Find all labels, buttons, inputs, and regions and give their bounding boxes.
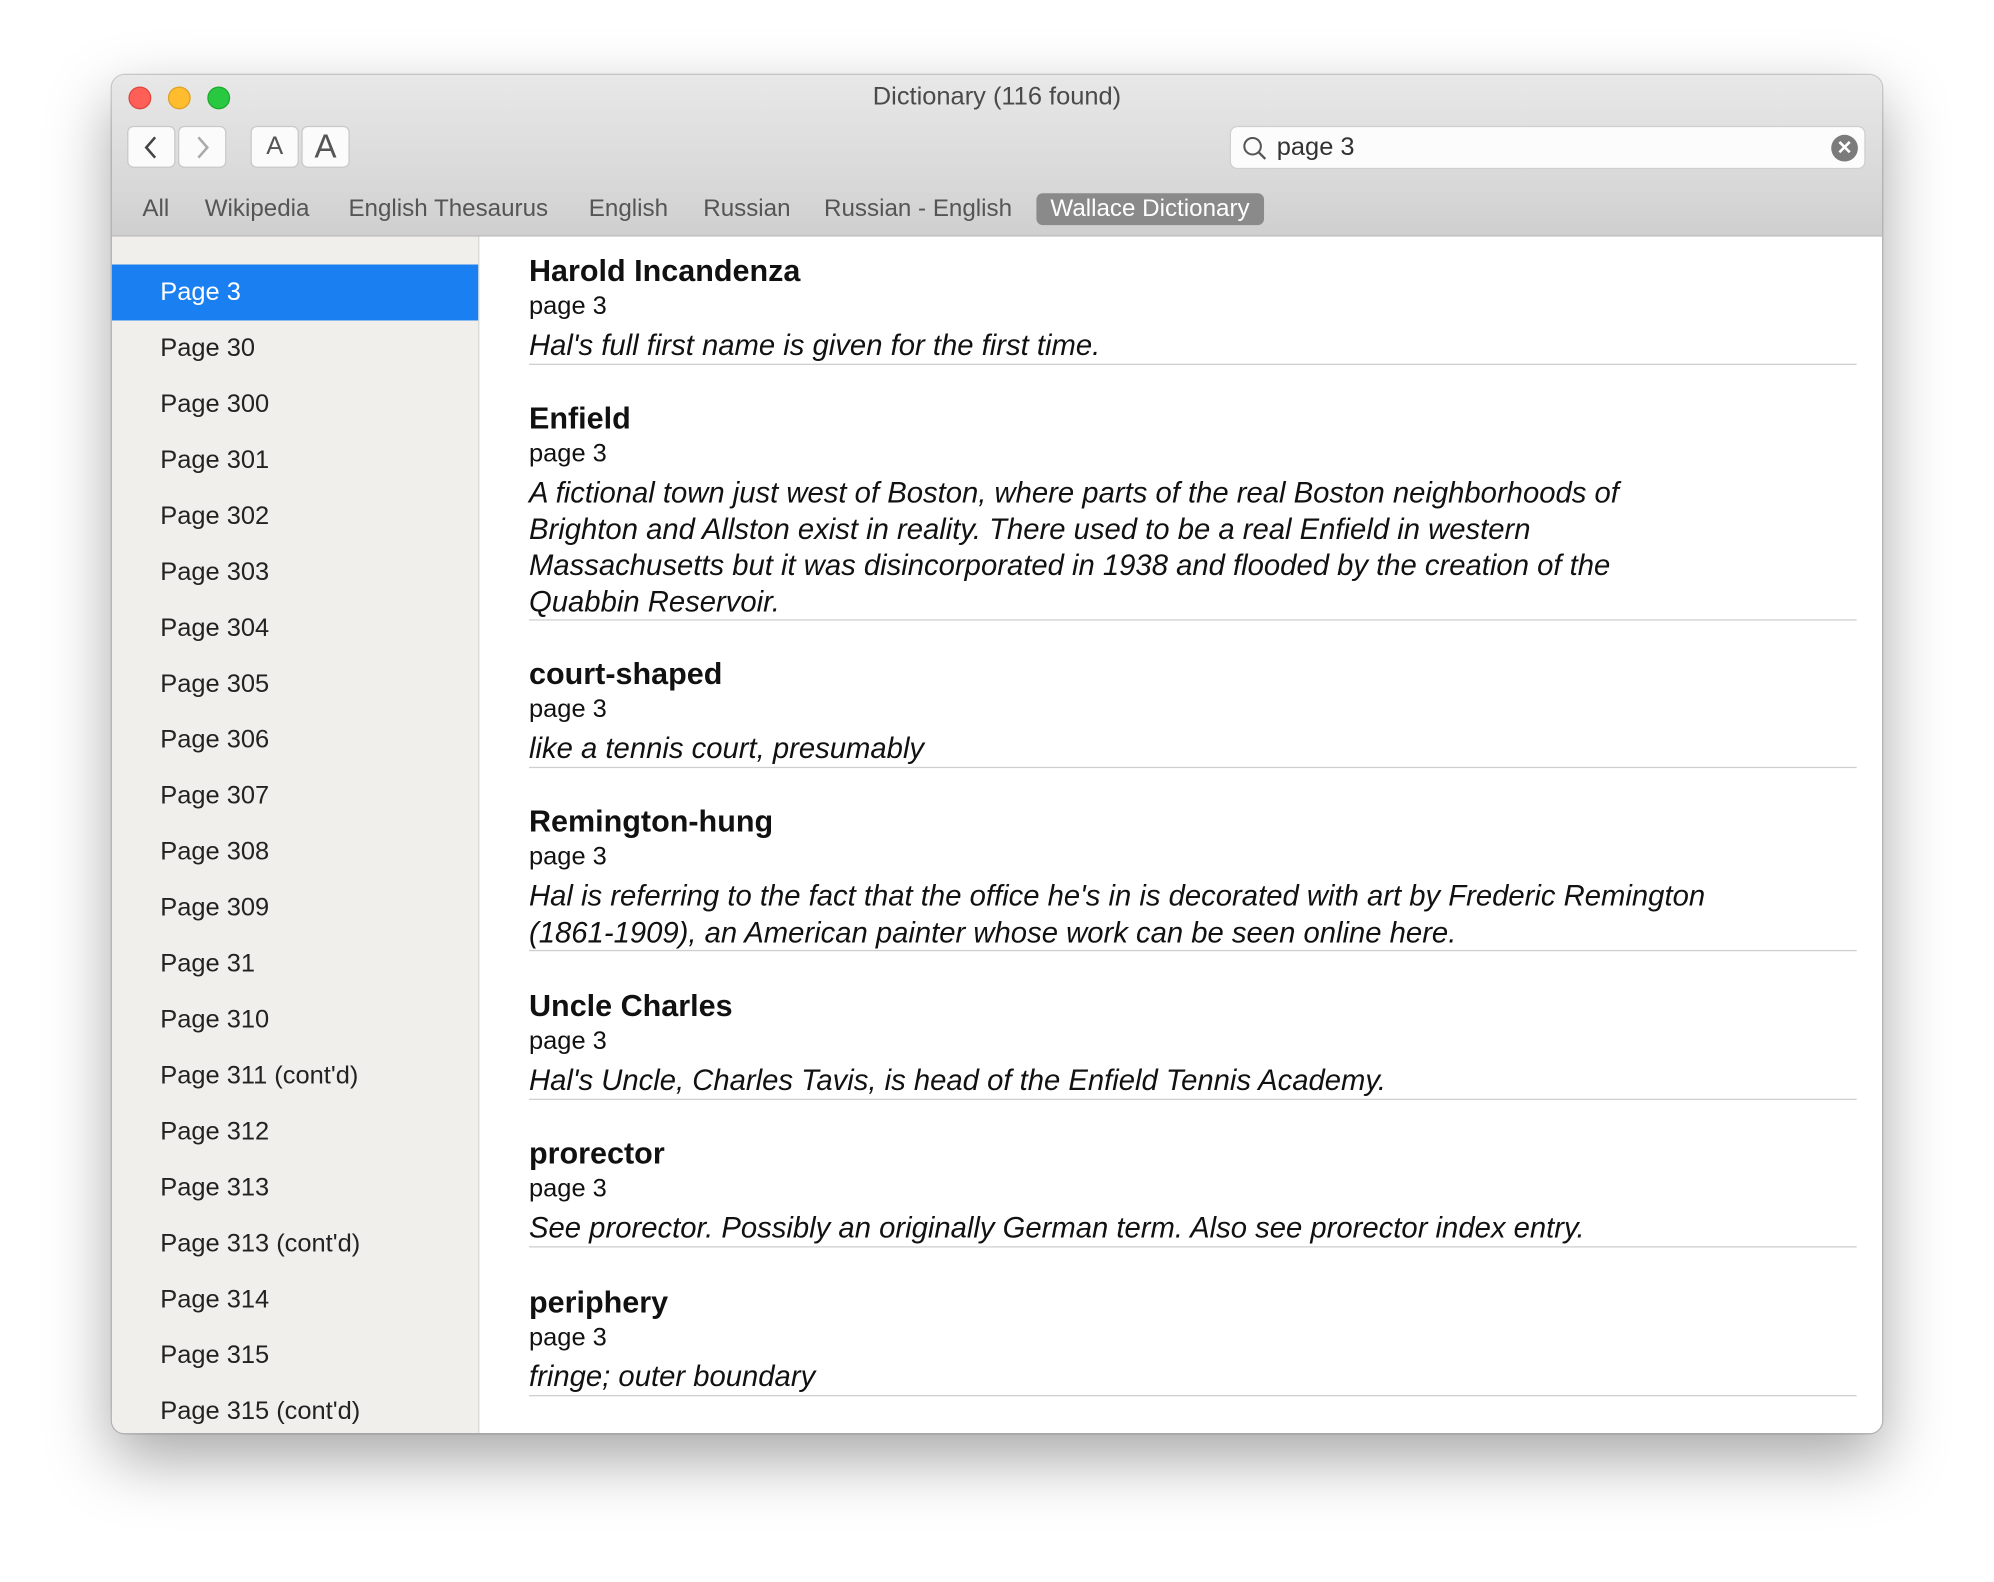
entry-page: page 3 [529, 1027, 607, 1056]
entry-definition: fringe; outer boundary [529, 1358, 1857, 1394]
sidebar-item[interactable]: Page 30 [112, 320, 478, 376]
entry-definition: A fictional town just west of Boston, wh… [529, 474, 1857, 619]
sidebar-item[interactable]: Page 306 [112, 712, 478, 768]
font-larger-button[interactable]: A [301, 125, 350, 168]
sidebar-item[interactable]: Page 303 [112, 544, 478, 600]
definition-line: See prorector. Possibly an originally Ge… [529, 1210, 1585, 1244]
dictionary-tabs: All Wikipedia English Thesaurus English Russ… [111, 185, 1883, 237]
dictionary-entry: Uncle Charles page 3 Hal's Uncle, Charles … [529, 989, 1857, 1100]
sidebar-item[interactable]: Page 308 [112, 824, 478, 880]
sidebar-item[interactable]: Page 313 [112, 1160, 478, 1216]
dictionary-entry: Enfield page 3 A fictional town just west … [529, 402, 1857, 621]
dictionary-entry: periphery page 3 fringe; outer boundary [529, 1286, 1857, 1396]
entry-headword: Remington-hung [529, 804, 774, 840]
entry-headword: court-shaped [529, 657, 723, 692]
sidebar-item[interactable]: Page 315 (cont'd) [112, 1384, 478, 1434]
entry-page: page 3 [529, 695, 607, 724]
sidebar-item[interactable]: Page 314 [112, 1272, 478, 1328]
search-field[interactable]: ✕ [1229, 125, 1866, 170]
definition-line: fringe; outer boundary [529, 1359, 816, 1393]
definition-line: Hal's full first name is given for the f… [529, 328, 1101, 362]
sidebar-item[interactable]: Page 301 [112, 432, 478, 488]
entry-definition: See prorector. Possibly an originally Ge… [529, 1209, 1857, 1245]
sidebar-item[interactable]: Page 315 [112, 1328, 478, 1384]
sidebar-item[interactable]: Page 311 (cont'd) [112, 1048, 478, 1104]
sidebar-item[interactable]: Page 309 [112, 880, 478, 936]
entry-definition: Hal's full first name is given for the f… [529, 327, 1857, 363]
sidebar-item[interactable]: Page 304 [112, 600, 478, 656]
definition-line: Quabbin Reservoir. [529, 584, 780, 618]
sidebar-item[interactable]: Page 310 [112, 992, 478, 1048]
entry-headword: prorector [529, 1136, 665, 1172]
results-sidebar: Page 3 Page 30 Page 300 Page 301 Page 302 Pag… [111, 236, 480, 1434]
entry-definition: Hal is referring to the fact that the of… [529, 877, 1857, 949]
dictionary-entry: Remington-hung page 3 Hal is referring to … [529, 804, 1857, 952]
tab-wallace-dictionary[interactable]: Wallace Dictionary [1036, 193, 1264, 226]
definition-line: (1861-1909), an American painter whose w… [529, 914, 1457, 949]
definition-line: A fictional town just west of Boston, wh… [529, 475, 1619, 509]
entry-page: page 3 [529, 843, 607, 872]
dictionary-entry: court-shaped page 3 like a tennis court, p… [529, 657, 1857, 768]
dictionary-entry: prorector page 3 See prorector. Possibly a… [529, 1137, 1857, 1247]
definition-line: Brighton and Allston exist in reality. T… [529, 511, 1531, 545]
tab-english-thesaurus[interactable]: English Thesaurus [334, 193, 562, 225]
sidebar-item[interactable]: Page 307 [112, 768, 478, 824]
entry-page: page 3 [529, 1175, 607, 1204]
entry-headword: Enfield [529, 401, 631, 437]
back-button[interactable] [127, 125, 176, 168]
entry-definition: Hal's Uncle, Charles Tavis, is head of t… [529, 1062, 1857, 1098]
tab-all[interactable]: All [128, 193, 183, 225]
definition-line: Hal's Uncle, Charles Tavis, is head of t… [529, 1063, 1386, 1097]
entry-page: page 3 [529, 440, 607, 468]
entry-definition: like a tennis court, presumably [529, 730, 1857, 766]
tab-wikipedia[interactable]: Wikipedia [191, 193, 324, 225]
entry-headword: Harold Incandenza [529, 254, 801, 289]
titlebar: Dictionary (116 found) A A ✕ [111, 75, 1883, 187]
dictionary-window: Dictionary (116 found) A A ✕ AllWikipedi… [111, 75, 1883, 1434]
entry-content: Harold Incandenza page 3 Hal's full first … [479, 236, 1883, 1434]
sidebar-item[interactable]: Page 312 [112, 1104, 478, 1160]
sidebar-item[interactable]: Page 305 [112, 656, 478, 712]
search-input[interactable] [1276, 132, 1811, 163]
chevron-right-icon [197, 135, 209, 158]
sidebar-item[interactable]: Page 300 [112, 376, 478, 432]
definition-line: like a tennis court, presumably [529, 731, 925, 765]
font-smaller-button[interactable]: A [250, 125, 299, 168]
entry-headword: Uncle Charles [529, 989, 733, 1024]
screen: Dictionary (116 found) A A ✕ AllWikipedi… [0, 0, 1994, 1582]
definition-line: Massachusetts but it was disincorporated… [529, 548, 1611, 582]
tab-russian[interactable]: Russian [689, 193, 804, 225]
chevron-left-icon [144, 135, 157, 158]
entry-headword: periphery [529, 1285, 669, 1321]
entry-page: page 3 [529, 292, 607, 321]
sidebar-item[interactable]: Page 302 [112, 488, 478, 544]
dictionary-entry: Harold Incandenza page 3 Hal's full first … [529, 254, 1857, 365]
sidebar-item[interactable]: Page 3 [111, 264, 479, 321]
clear-search-icon[interactable]: ✕ [1831, 134, 1858, 162]
definition-line: Hal is referring to the fact that the of… [529, 878, 1706, 912]
tab-english[interactable]: English [575, 193, 682, 225]
forward-button[interactable] [178, 125, 227, 168]
search-icon [1243, 136, 1267, 160]
entry-page: page 3 [529, 1323, 607, 1352]
tab-russian-english[interactable]: Russian - English [810, 193, 1026, 225]
window-title: Dictionary (116 found) [872, 82, 1122, 111]
sidebar-item[interactable]: Page 31 [112, 936, 478, 992]
sidebar-item[interactable]: Page 313 (cont'd) [112, 1216, 478, 1272]
